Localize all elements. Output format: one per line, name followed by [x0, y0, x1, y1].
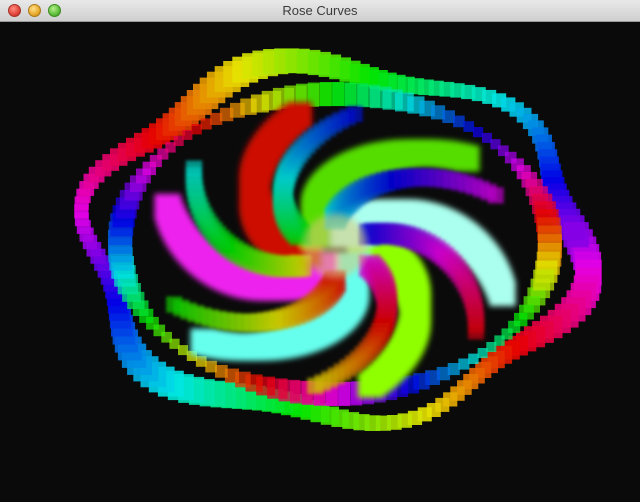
ring-square — [182, 129, 193, 140]
petal-square — [185, 160, 203, 177]
ring-square — [477, 348, 488, 358]
petal-square — [467, 323, 485, 340]
petal-square — [285, 102, 313, 129]
center-glow — [303, 214, 367, 278]
petal-square — [166, 296, 183, 313]
ring-square — [563, 222, 589, 248]
ring-square — [215, 365, 228, 378]
ring-square — [205, 360, 217, 373]
rose-curves-canvas[interactable] — [0, 22, 640, 502]
petal-square — [190, 328, 217, 355]
ring-square — [453, 115, 465, 128]
petal-square — [357, 371, 385, 398]
petal-square — [453, 145, 480, 172]
ring-square — [486, 342, 497, 352]
ring-square — [191, 124, 202, 135]
ring-square — [468, 353, 479, 364]
petal-square — [154, 193, 181, 221]
ring-square — [473, 127, 484, 138]
ring-square — [200, 118, 212, 130]
petal-square — [489, 279, 516, 307]
window-title: Rose Curves — [282, 3, 358, 18]
ring-square — [463, 121, 475, 132]
app-window: Rose Curves — [0, 0, 640, 502]
petal-square — [487, 187, 504, 204]
ring-square — [458, 358, 470, 370]
ring-square — [173, 136, 184, 146]
title-bar[interactable]: Rose Curves — [0, 0, 640, 22]
ring-square — [442, 110, 455, 123]
petal-square — [307, 377, 324, 394]
ring-square — [533, 269, 555, 291]
rose-curves-graphic — [74, 48, 602, 431]
petal-square — [346, 106, 363, 123]
